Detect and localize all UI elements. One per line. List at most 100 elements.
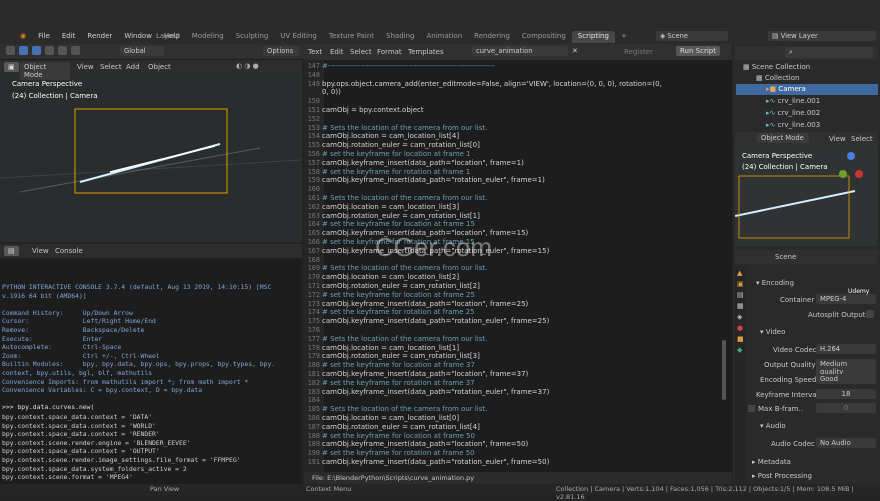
video-codec-dropdown[interactable]: H.264 [816, 344, 876, 354]
code-line[interactable]: bpy.ops.object.camera_add(enter_editmode… [322, 80, 662, 88]
console-history-line[interactable]: bpy.context.scene.render.engine = 'BLEND… [2, 439, 191, 447]
console-menu-console[interactable]: Console [55, 247, 83, 255]
tab-animation[interactable]: Animation [420, 31, 468, 43]
outliner-scene-collection[interactable]: ▦ Scene Collection [743, 63, 810, 71]
console-history-line[interactable]: bpy.context.space_data.system_folders_ac… [2, 465, 187, 473]
data-tab-icon[interactable]: ◆ [737, 346, 745, 354]
menu-edit[interactable]: Edit [62, 32, 76, 40]
tab-rendering[interactable]: Rendering [468, 31, 516, 43]
viewport-menu-view[interactable]: View [77, 63, 94, 71]
editor-menu-edit[interactable]: Edit [330, 48, 344, 56]
code-line[interactable]: camObj.rotation_euler = cam_rotation_lis… [322, 212, 480, 220]
tab-scripting[interactable]: Scripting [571, 31, 615, 43]
output-tab-icon[interactable]: ▤ [737, 291, 745, 299]
autosplit-checkbox[interactable] [866, 310, 874, 318]
viewport-menu-select[interactable]: Select [100, 63, 122, 71]
editor-scrollbar[interactable] [722, 340, 726, 400]
console-editor-icon[interactable]: ▤ [4, 246, 19, 256]
code-line[interactable]: camObj.keyframe_insert(data_path="rotati… [322, 176, 545, 184]
editor-menu-templates[interactable]: Templates [408, 48, 444, 56]
code-line[interactable]: # Sets the location of the camera from o… [322, 264, 487, 272]
register-checkbox[interactable]: Register [624, 48, 653, 56]
preview-mode-dropdown[interactable]: Object Mode [757, 133, 809, 143]
console-menu-view[interactable]: View [32, 247, 49, 255]
outliner-item-crv1[interactable]: ▸∿ crv_line.001 [766, 97, 820, 105]
scene-selector[interactable]: ◈ Scene [656, 31, 728, 41]
encoding-section-header[interactable]: ▾ Encoding [756, 279, 794, 287]
menu-file[interactable]: File [38, 32, 50, 40]
editor-menu-format[interactable]: Format [377, 48, 402, 56]
encoding-speed-dropdown[interactable]: Good [816, 374, 876, 384]
select-box-icon[interactable] [19, 46, 28, 55]
code-line[interactable]: camObj.rotation_euler = cam_rotation_lis… [322, 352, 480, 360]
console-history-line[interactable]: bpy.context.space_data.context = 'OUTPUT… [2, 447, 160, 455]
tab-texture-paint[interactable]: Texture Paint [323, 31, 380, 43]
tool-tab-icon[interactable]: ▲ [737, 269, 745, 277]
editor-menu-text[interactable]: Text [308, 48, 322, 56]
close-icon[interactable]: ✕ [572, 47, 578, 55]
container-dropdown[interactable]: MPEG-4 [816, 294, 876, 304]
code-line[interactable]: camObj.keyframe_insert(data_path="locati… [322, 300, 528, 308]
audio-section-header[interactable]: ▾ Audio [760, 422, 786, 430]
code-line[interactable]: camObj.location = cam_location_list[1] [322, 344, 459, 352]
code-line[interactable]: 0, 0)) [322, 88, 341, 96]
add-workspace-icon[interactable]: + [615, 31, 633, 43]
mode-new-icon[interactable] [32, 46, 41, 55]
code-line[interactable]: # set the keyframe for location at frame… [322, 361, 475, 369]
code-line[interactable]: camObj.location = cam_location_list[4] [322, 132, 459, 140]
video-section-header[interactable]: ▾ Video [760, 328, 785, 336]
viewport-menu-add[interactable]: Add [126, 63, 140, 71]
code-line[interactable]: camObj.location = cam_location_list[2] [322, 273, 459, 281]
code-line[interactable]: camObj.location = cam_location_list[0] [322, 414, 459, 422]
viewport-menu-object[interactable]: Object [148, 63, 171, 71]
console-history-line[interactable]: bpy.context.space_data.context = 'RENDER… [2, 430, 160, 438]
tab-compositing[interactable]: Compositing [516, 31, 572, 43]
code-line[interactable]: # set the keyframe for location at frame… [322, 432, 475, 440]
code-line[interactable]: camObj.rotation_euler = cam_rotation_lis… [322, 282, 480, 290]
outliner-item-crv2[interactable]: ▸∿ crv_line.002 [766, 109, 820, 117]
editor-menu-select[interactable]: Select [350, 48, 372, 56]
camera-preview-viewport[interactable] [734, 146, 878, 246]
editor-type-icon[interactable] [6, 46, 15, 55]
code-line[interactable]: camObj.keyframe_insert(data_path="locati… [322, 159, 524, 167]
mode-subtract-icon[interactable] [58, 46, 67, 55]
code-line[interactable]: # set the keyframe for rotation at frame… [322, 308, 475, 316]
world-tab-icon[interactable]: ● [737, 324, 745, 332]
code-line[interactable]: #---------------------------------------… [322, 62, 495, 70]
code-line[interactable]: camObj.keyframe_insert(data_path="locati… [322, 440, 528, 448]
code-line[interactable]: camObj.keyframe_insert(data_path="rotati… [322, 458, 549, 466]
code-line[interactable]: # set the keyframe for location at frame… [322, 291, 475, 299]
outliner-item-camera[interactable] [736, 84, 878, 95]
console-history-line[interactable]: bpy.context.scene.format = 'MPEG4' [2, 473, 133, 481]
outliner-item-crv3[interactable]: ▸∿ crv_line.003 [766, 121, 820, 129]
code-line[interactable]: camObj.rotation_euler = cam_rotation_lis… [322, 423, 480, 431]
console-history-line[interactable]: bpy.context.space_data.context = 'DATA' [2, 413, 152, 421]
preview-menu-select[interactable]: Select [851, 135, 873, 143]
code-line[interactable]: # Sets the location of the camera from o… [322, 405, 487, 413]
code-line[interactable]: camObj = bpy.context.object [322, 106, 424, 114]
mode-invert-icon[interactable] [71, 46, 80, 55]
code-line[interactable]: # set the keyframe for location at frame… [322, 150, 471, 158]
view-layer-selector[interactable]: ▤ View Layer [768, 31, 876, 41]
tab-sculpting[interactable]: Sculpting [230, 31, 275, 43]
transform-orientation[interactable]: Global [120, 46, 164, 56]
post-processing-section-header[interactable]: ▸ Post Processing [752, 472, 812, 480]
mode-extend-icon[interactable] [45, 46, 54, 55]
code-line[interactable]: # set the keyframe for rotation at frame… [322, 168, 470, 176]
code-line[interactable]: # Sets the location of the camera from o… [322, 124, 487, 132]
code-line[interactable]: # Sets the location of the camera from o… [322, 194, 487, 202]
preview-menu-view[interactable]: View [829, 135, 846, 143]
menu-window[interactable]: Window [124, 32, 152, 40]
keyframe-interval-field[interactable]: 18 [816, 389, 876, 399]
code-line[interactable]: # set the keyframe for rotation at frame… [322, 379, 475, 387]
menu-render[interactable]: Render [87, 32, 112, 40]
code-line[interactable]: # Sets the location of the camera from o… [322, 335, 487, 343]
text-file-selector[interactable]: curve_animation [472, 46, 568, 56]
code-line[interactable]: camObj.keyframe_insert(data_path="rotati… [322, 317, 549, 325]
tab-uv-editing[interactable]: UV Editing [274, 31, 323, 43]
outliner-item-collection[interactable]: ▦ Collection [756, 74, 799, 82]
shading-icon[interactable]: ◐ ◑ ● [236, 62, 259, 70]
code-line[interactable]: camObj.location = cam_location_list[3] [322, 203, 459, 211]
viewport-editor-icon[interactable]: ▣ [4, 62, 19, 72]
outliner-search-input[interactable]: ⌕ [785, 47, 873, 58]
